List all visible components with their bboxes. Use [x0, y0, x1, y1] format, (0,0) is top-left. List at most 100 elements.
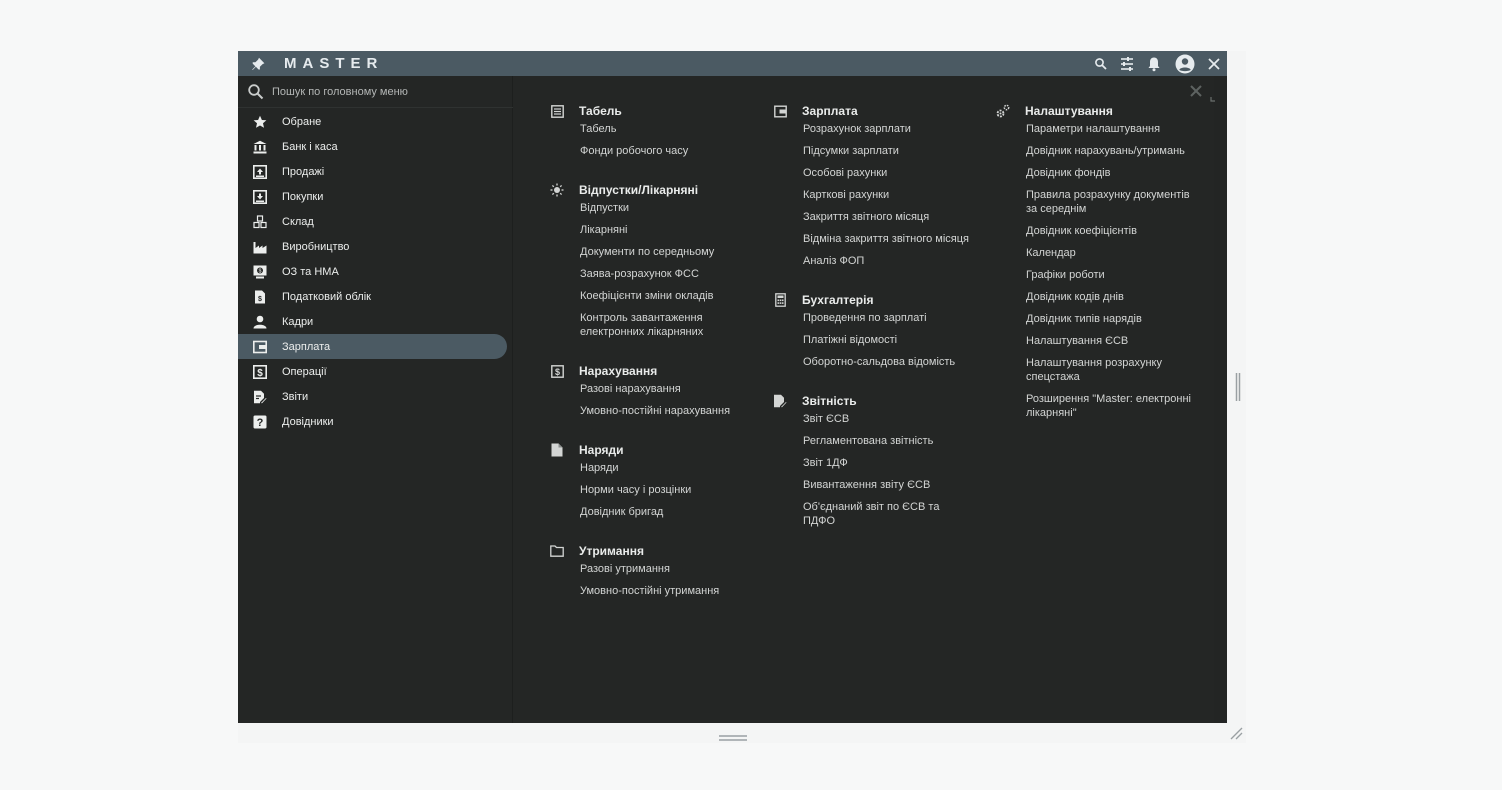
filter-settings-icon[interactable] — [1118, 55, 1136, 73]
warehouse-icon — [252, 214, 268, 230]
menu-link[interactable]: Налаштування ЄСВ — [1026, 334, 1196, 348]
menu-link[interactable]: Звіт ЄСВ — [803, 412, 973, 426]
svg-text:?: ? — [257, 417, 264, 429]
menu-link[interactable]: Лікарняні — [580, 223, 750, 237]
purchases-icon — [252, 189, 268, 205]
menu-link[interactable]: Параметри налаштування — [1026, 122, 1196, 136]
section-title: Звітність — [802, 394, 857, 408]
menu-link[interactable]: Об'єднаний звіт по ЄСВ та ПДФО — [803, 500, 973, 528]
menu-link[interactable]: Заява-розрахунок ФСС — [580, 267, 750, 281]
sidebar-item-tax[interactable]: $ Податковий облік — [238, 284, 507, 309]
sidebar-item-bank[interactable]: Банк і каса — [238, 134, 507, 159]
menu-link[interactable]: Норми часу і розцінки — [580, 483, 750, 497]
section-deductions: Утримання Разові утримання Умовно-постій… — [550, 541, 760, 598]
calculator-icon — [773, 293, 787, 307]
reports-icon — [773, 394, 787, 408]
menu-link[interactable]: Правила розрахунку документів за середні… — [1026, 188, 1196, 216]
menu-link[interactable]: Вивантаження звіту ЄСВ — [803, 478, 973, 492]
menu-link[interactable]: Розрахунок зарплати — [803, 122, 973, 136]
menu-link[interactable]: Разові нарахування — [580, 382, 750, 396]
menu-link[interactable]: Фонди робочого часу — [580, 144, 750, 158]
menu-link[interactable]: Умовно-постійні нарахування — [580, 404, 750, 418]
menu-link[interactable]: Регламентована звітність — [803, 434, 973, 448]
menu-link[interactable]: Проведення по зарплаті — [803, 311, 973, 325]
menu-content: Табель Табель Фонди робочого часу Відпус… — [514, 76, 1227, 723]
account-icon[interactable] — [1175, 54, 1195, 74]
menu-link[interactable]: Платіжні відомості — [803, 333, 973, 347]
sidebar-item-label: Банк і каса — [282, 141, 338, 153]
menu-link[interactable]: Оборотно-сальдова відомість — [803, 355, 973, 369]
wallet-icon — [773, 104, 787, 118]
section-title: Утримання — [579, 544, 644, 558]
menu-link[interactable]: Довідник коефіцієнтів — [1026, 224, 1196, 238]
menu-link[interactable]: Разові утримання — [580, 562, 750, 576]
pin-icon[interactable] — [250, 56, 266, 72]
bell-icon[interactable] — [1145, 55, 1163, 73]
section-title: Табель — [579, 104, 622, 118]
section-accruals: $ Нарахування Разові нарахування Умовно-… — [550, 361, 760, 418]
wallet-icon — [252, 339, 268, 355]
menu-link[interactable]: Карткові рахунки — [803, 188, 973, 202]
sidebar: Обране Банк і каса Продажі Покупки Склад… — [238, 76, 513, 723]
section-title: Бухгалтерія — [802, 293, 874, 307]
factory-icon — [252, 239, 268, 255]
section-reporting: Звітність Звіт ЄСВ Регламентована звітні… — [773, 391, 983, 528]
folder-icon — [550, 544, 564, 558]
menu-link[interactable]: Налаштування розрахунку спецстажа — [1026, 356, 1196, 384]
sidebar-item-label: ОЗ та НМА — [282, 266, 339, 278]
menu-link[interactable]: Умовно-постійні утримання — [580, 584, 750, 598]
search-input[interactable] — [272, 84, 502, 100]
sidebar-item-favorites[interactable]: Обране — [238, 109, 507, 134]
menu-link[interactable]: Закриття звітного місяця — [803, 210, 973, 224]
sidebar-item-warehouse[interactable]: Склад — [238, 209, 507, 234]
menu-link[interactable]: Календар — [1026, 246, 1196, 260]
menu-link[interactable]: Відпустки — [580, 201, 750, 215]
reports-icon — [252, 389, 268, 405]
sidebar-item-fixed-assets[interactable]: $ ОЗ та НМА — [238, 259, 507, 284]
menu-link[interactable]: Довідник нарахувань/утримань — [1026, 144, 1196, 158]
menu-link[interactable]: Розширення "Master: електронні лікарняні… — [1026, 392, 1196, 420]
svg-text:$: $ — [258, 296, 262, 303]
menu-link[interactable]: Контроль завантаження електронних лікарн… — [580, 311, 750, 339]
side-resize-handle[interactable] — [1235, 373, 1241, 401]
menu-link[interactable]: Довідник кодів днів — [1026, 290, 1196, 304]
menu-link[interactable]: Графіки роботи — [1026, 268, 1196, 282]
sidebar-item-sales[interactable]: Продажі — [238, 159, 507, 184]
star-icon — [252, 114, 268, 130]
sidebar-item-production[interactable]: Виробництво — [238, 234, 507, 259]
menu-link[interactable]: Відміна закриття звітного місяця — [803, 232, 973, 246]
menu-link[interactable]: Табель — [580, 122, 750, 136]
menu-link[interactable]: Наряди — [580, 461, 750, 475]
sidebar-item-operations[interactable]: $ Операції — [238, 359, 507, 384]
menu-link[interactable]: Довідник фондів — [1026, 166, 1196, 180]
sidebar-item-hr[interactable]: Кадри — [238, 309, 507, 334]
tax-icon: $ — [252, 289, 268, 305]
corner-arrow-icon — [1210, 89, 1216, 102]
menu-link[interactable]: Аналіз ФОП — [803, 254, 973, 268]
search-icon[interactable] — [1092, 55, 1110, 73]
sidebar-item-purchases[interactable]: Покупки — [238, 184, 507, 209]
section-payroll: Зарплата Розрахунок зарплати Підсумки за… — [773, 101, 983, 268]
menu-link[interactable]: Довідник типів нарядів — [1026, 312, 1196, 326]
sidebar-item-payroll[interactable]: Зарплата — [238, 334, 507, 359]
sidebar-item-label: Довідники — [282, 416, 334, 428]
section-title: Наряди — [579, 443, 624, 457]
sidebar-item-label: Кадри — [282, 316, 314, 328]
sidebar-item-reports[interactable]: Звіти — [238, 384, 507, 409]
sidebar-item-directories[interactable]: ? Довідники — [238, 409, 507, 434]
menu-link[interactable]: Довідник бригад — [580, 505, 750, 519]
scrollbar[interactable] — [1214, 76, 1227, 723]
resize-grip-icon[interactable] — [1229, 726, 1243, 740]
menu-link[interactable]: Звіт 1ДФ — [803, 456, 973, 470]
close-icon[interactable] — [1205, 55, 1223, 73]
bank-icon — [252, 139, 268, 155]
menu-link[interactable]: Документи по середньому — [580, 245, 750, 259]
title-bar: MASTER — [238, 51, 1227, 76]
menu-link[interactable]: Особові рахунки — [803, 166, 973, 180]
sidebar-item-label: Продажі — [282, 166, 325, 178]
menu-link[interactable]: Підсумки зарплати — [803, 144, 973, 158]
menu-link[interactable]: Коефіцієнти зміни окладів — [580, 289, 750, 303]
close-icon[interactable] — [1189, 84, 1203, 98]
section-timesheet: Табель Табель Фонди робочого часу — [550, 101, 760, 158]
resize-handle[interactable] — [719, 729, 747, 741]
